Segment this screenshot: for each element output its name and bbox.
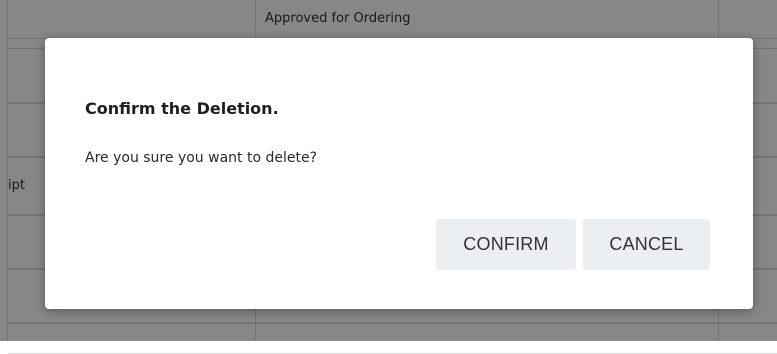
- confirm-button[interactable]: CONFIRM: [436, 219, 576, 270]
- dialog-title: Confirm the Deletion.: [85, 99, 279, 118]
- dialog-message: Are you sure you want to delete?: [85, 150, 317, 166]
- cancel-button[interactable]: CANCEL: [583, 219, 710, 270]
- confirm-delete-dialog: Confirm the Deletion. Are you sure you w…: [45, 38, 753, 309]
